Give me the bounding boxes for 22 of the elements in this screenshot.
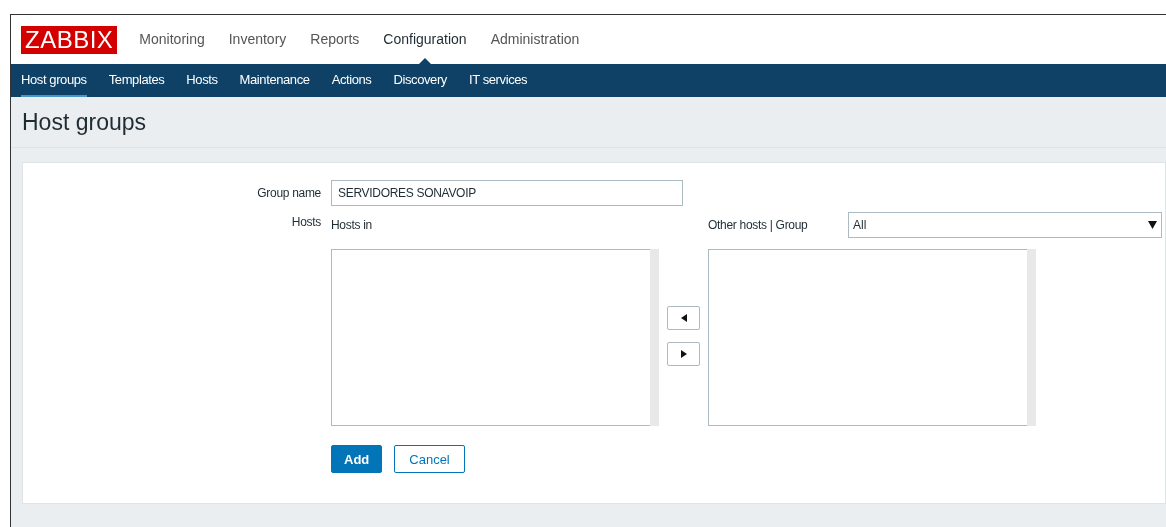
submenu-tab[interactable]: Actions — [331, 64, 372, 97]
logo: ZABBIX — [21, 25, 118, 54]
submenu-tab[interactable]: Hosts — [186, 64, 218, 97]
menu-tab[interactable]: Monitoring — [139, 15, 205, 64]
field-label: Group name — [256, 185, 322, 202]
form-button[interactable]: Cancel — [394, 445, 465, 473]
menu-tab[interactable]: Configuration — [383, 15, 467, 64]
menu-tab[interactable]: Reports — [310, 15, 360, 64]
list-label: Hosts in — [331, 217, 372, 234]
page-title: Host groups — [22, 108, 147, 137]
submenu-tab[interactable]: Discovery — [393, 64, 447, 97]
field-label: Hosts — [290, 214, 322, 231]
submenu-tab[interactable]: IT services — [468, 64, 528, 97]
submenu-tab[interactable]: Maintenance — [239, 64, 310, 97]
group-name-field[interactable]: SERVIDORES SONAVOIP — [331, 180, 683, 206]
submenu-tab[interactable]: Templates — [108, 64, 165, 97]
form-button[interactable]: Add — [331, 445, 383, 473]
submenu-tab[interactable]: Host groups — [21, 64, 87, 97]
list-label: Other hosts | Group — [708, 217, 808, 234]
group-dropdown[interactable]: All — [848, 212, 1162, 238]
menu-tab[interactable]: Administration — [490, 15, 580, 64]
menu-tab[interactable]: Inventory — [228, 15, 287, 64]
